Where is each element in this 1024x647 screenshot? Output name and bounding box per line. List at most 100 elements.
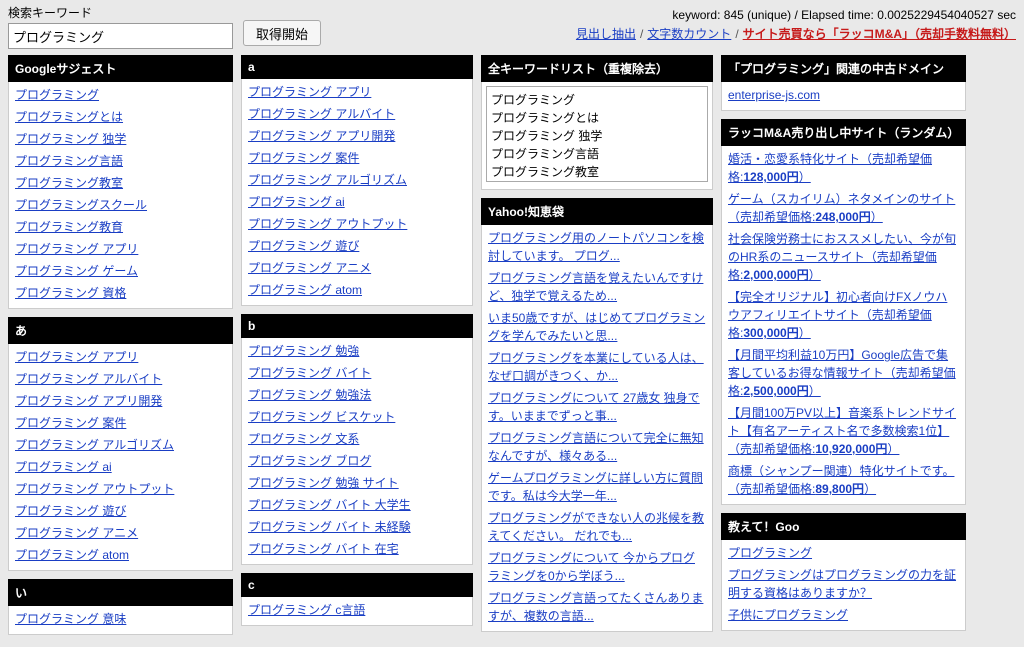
hd-used-domain: 「プログラミング」関連の中古ドメイン [721,55,966,82]
list-item: プログラミングスクール [15,194,226,216]
list-link[interactable]: プログラミング ゲーム [15,264,138,278]
list-link[interactable]: 社会保険労務士におススメしたい、今が旬のHR系のニュースサイト（売却希望価格:2… [728,232,956,282]
list-link[interactable]: プログラミングはプログラミングの力を証明する資格はありますか？ [728,568,956,600]
list-link[interactable]: enterprise-js.com [728,88,820,102]
list-link[interactable]: プログラミング c言語 [248,603,365,617]
all-keywords-textarea[interactable] [486,86,708,182]
list-link[interactable]: 【完全オリジナル】初心者向けFXノウハウアフィリエイトサイト（売却希望価格:30… [728,290,947,340]
list-link[interactable]: プログラミング ai [248,195,345,209]
list-link[interactable]: プログラミング 案件 [248,151,359,165]
list-link[interactable]: プログラミング言語ってたくさんありますが、複数の言語... [488,591,703,623]
search-input[interactable] [8,23,233,49]
hd-a-jp: あ [8,317,233,344]
list-item: プログラミング 遊び [15,500,226,522]
list-link[interactable]: プログラミングを本業にしている人は、なぜ口調がきつく、か... [488,351,704,383]
list-item: プログラミング 勉強 [248,340,466,362]
list-link[interactable]: 商標（シャンプー関連）特化サイトです。（売却希望価格:89,800円） [728,464,954,496]
list-link[interactable]: プログラミング 勉強 サイト [248,476,399,490]
list-link[interactable]: プログラミング 遊び [248,239,359,253]
box-rakko: 婚活・恋愛系特化サイト（売却希望価格:128,000円） ゲーム（スカイリム）ネタ… [721,146,966,505]
list-link[interactable]: 【月間平均利益10万円】Google広告で集客しているお得な情報サイト（売却希望… [728,348,956,398]
box-a-en: プログラミング アプリプログラミング アルバイトプログラミング アプリ開発プログ… [241,79,473,306]
list-link[interactable]: ゲームプログラミングに詳しい方に質問です。私は今大学一年... [488,471,703,503]
list-link[interactable]: いま50歳ですが、はじめてプログラミングを学んでみたいと思... [488,311,705,343]
list-item: プログラミング atom [248,279,466,301]
list-link[interactable]: プログラミングができない人の兆候を教えてください。 だれでも... [488,511,704,543]
list-item: 子供にプログラミング [728,604,959,626]
list-link[interactable]: プログラミングとは [15,110,123,124]
list-link[interactable]: プログラミング ビスケット [248,410,395,424]
list-link[interactable]: プログラミング バイト [248,366,371,380]
list-item: ゲーム（スカイリム）ネタメインのサイト（売却希望価格:248,000円） [728,188,959,228]
list-link[interactable]: プログラミング 案件 [15,416,126,430]
box-used-domain: enterprise-js.com [721,82,966,111]
list-link[interactable]: プログラミング 遊び [15,504,126,518]
list-link[interactable]: プログラミングについて 27歳女 独身です。いままでずっと事... [488,391,700,423]
nav-rakko[interactable]: サイト売買なら「ラッコM&A」（売却手数料無料） [743,27,1016,41]
list-item: プログラミング アプリ [15,346,226,368]
list-item: プログラミング 案件 [248,147,466,169]
hd-yahoo: Yahoo!知恵袋 [481,198,713,225]
list-item: 社会保険労務士におススメしたい、今が旬のHR系のニュースサイト（売却希望価格:2… [728,228,959,286]
list-link[interactable]: プログラミング atom [248,283,362,297]
list-link[interactable]: プログラミング アニメ [15,526,138,540]
list-item: プログラミング ai [248,191,466,213]
box-goo: プログラミングプログラミングはプログラミングの力を証明する資格はありますか？ 子供… [721,540,966,631]
list-link[interactable]: ゲーム（スカイリム）ネタメインのサイト（売却希望価格:248,000円） [728,192,955,224]
list-link[interactable]: プログラミング言語 [15,154,123,168]
list-link[interactable]: プログラミング 勉強 [248,344,359,358]
list-item: プログラミング [728,542,959,564]
list-link[interactable]: プログラミング アプリ開発 [248,129,395,143]
list-link[interactable]: プログラミング アプリ開発 [15,394,162,408]
nav-headline[interactable]: 見出し抽出 [576,27,636,41]
list-link[interactable]: プログラミング バイト 在宅 [248,542,399,556]
list-link[interactable]: プログラミング 文系 [248,432,359,446]
list-link[interactable]: プログラミング アルゴリズム [15,438,174,452]
list-link[interactable]: プログラミング アプリ [15,242,138,256]
list-item: プログラミング言語ってたくさんありますが、複数の言語... [488,587,706,627]
hd-a-en: a [241,55,473,79]
list-link[interactable]: プログラミング 資格 [15,286,126,300]
list-link[interactable]: プログラミング 意味 [15,612,126,626]
hd-google-suggest: Googleサジェスト [8,55,233,82]
box-yahoo: プログラミング用のノートパソコンを検討しています。 プログ... プログラミング言… [481,225,713,632]
list-link[interactable]: 【月間100万PV以上】音楽系トレンドサイト【有名アーティスト名で多数検索1位】… [728,406,956,456]
list-item: プログラミング ai [15,456,226,478]
hd-all-kw: 全キーワードリスト（重複除去） [481,55,713,82]
list-link[interactable]: プログラミング用のノートパソコンを検討しています。 プログ... [488,231,704,263]
list-link[interactable]: プログラミングスクール [15,198,147,212]
list-link[interactable]: プログラミング アプリ [248,85,371,99]
list-item: プログラミング c言語 [248,599,466,621]
list-item: 【月間平均利益10万円】Google広告で集客しているお得な情報サイト（売却希望… [728,344,959,402]
list-link[interactable]: プログラミング言語について完全に無知なんですが、様々ある... [488,431,704,463]
list-link[interactable]: プログラミング アルバイト [15,372,162,386]
list-link[interactable]: プログラミング ai [15,460,112,474]
list-link[interactable]: プログラミング アウトプット [248,217,407,231]
list-link[interactable]: プログラミング ブログ [248,454,371,468]
list-link[interactable]: プログラミング 独学 [15,132,126,146]
list-link[interactable]: プログラミング アニメ [248,261,371,275]
list-link[interactable]: 婚活・恋愛系特化サイト（売却希望価格:128,000円） [728,152,932,184]
list-item: プログラミングについて 今からプログラミングを0から学ぼう... [488,547,706,587]
list-link[interactable]: プログラミング教育 [15,220,123,234]
list-link[interactable]: プログラミングについて 今からプログラミングを0から学ぼう... [488,551,695,583]
list-link[interactable]: プログラミング アプリ [15,350,138,364]
list-link[interactable]: プログラミング バイト 大学生 [248,498,411,512]
list-link[interactable]: プログラミング [15,88,99,102]
list-link[interactable]: プログラミング atom [15,548,129,562]
list-link[interactable]: プログラミング アルバイト [248,107,395,121]
list-item: プログラミング バイト [248,362,466,384]
list-link[interactable]: プログラミング アウトプット [15,482,174,496]
list-link[interactable]: プログラミング 勉強法 [248,388,371,402]
nav-charcount[interactable]: 文字数カウント [647,27,731,41]
list-link[interactable]: プログラミング [728,546,812,560]
list-item: プログラミング アルゴリズム [15,434,226,456]
list-item: プログラミング 独学 [15,128,226,150]
list-link[interactable]: プログラミング バイト 未経験 [248,520,411,534]
list-link[interactable]: プログラミング教室 [15,176,123,190]
start-button[interactable]: 取得開始 [243,20,321,46]
list-link[interactable]: プログラミング アルゴリズム [248,173,407,187]
list-link[interactable]: プログラミング言語を覚えたいんですけど、独学で覚えるため... [488,271,703,303]
list-link[interactable]: 子供にプログラミング [728,608,848,622]
list-item: プログラミング アニメ [248,257,466,279]
